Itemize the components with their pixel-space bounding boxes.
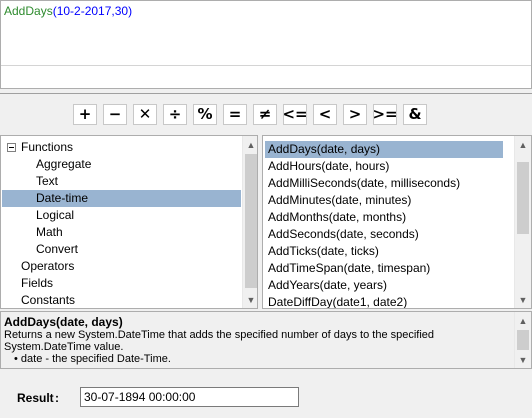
toolbar-separator [0, 93, 532, 94]
tree-item-fields[interactable]: Fields [19, 275, 53, 292]
description-body: Returns a new System.DateTime that adds … [4, 329, 504, 365]
description-param: • date - the specified Date-Time. [14, 353, 171, 365]
expression-editor-dialog: AddDays(10-2-2017,30) + − ✕ ÷% = ≠ <= < > >= & ▲ ▼… [0, 0, 532, 418]
ampersand-button[interactable]: & [403, 104, 427, 125]
tree-item-text[interactable]: Text [34, 173, 58, 190]
minus-icon: − [108, 105, 122, 123]
plus-button[interactable]: + [73, 104, 97, 125]
function-item[interactable]: AddHours(date, hours) [265, 158, 503, 175]
scroll-up-arrow-icon[interactable]: ▲ [243, 136, 257, 153]
expression-text: AddDays(10-2-2017,30) [4, 4, 132, 18]
collapse-icon[interactable] [7, 143, 16, 152]
tree-item-logical[interactable]: Logical [34, 207, 74, 224]
function-item[interactable]: AddSeconds(date, seconds) [265, 226, 503, 243]
editor-divider [1, 65, 531, 66]
not-equals-button[interactable]: ≠ [253, 104, 277, 125]
tree-item-math[interactable]: Math [34, 224, 63, 241]
tree-item-label: Aggregate [36, 157, 92, 171]
scroll-down-arrow-icon[interactable]: ▼ [515, 291, 531, 308]
tree-item-label: Constants [21, 293, 76, 307]
function-item[interactable]: AddDays(date, days) [265, 141, 503, 158]
function-item[interactable]: AddYears(date, years) [265, 277, 503, 294]
tree-item-label: Logical [36, 208, 75, 222]
tree-item-label: Operators [21, 259, 75, 273]
greater-or-equal-button[interactable]: >= [372, 104, 398, 125]
not-equals-icon: ≠ [258, 105, 272, 123]
tree-item-label: Functions [21, 140, 74, 154]
expression-arguments: (10-2-2017,30) [52, 4, 133, 18]
result-label: Result [17, 391, 54, 405]
function-item[interactable]: DateDiffDay(date1, date2) [265, 294, 503, 308]
tree-item-label: Fields [21, 276, 54, 290]
multiply-button[interactable]: ✕ [133, 104, 157, 125]
divide-button[interactable]: ÷ [163, 104, 187, 125]
scroll-down-arrow-icon[interactable]: ▼ [515, 351, 531, 368]
ampersand-icon: & [408, 105, 422, 123]
tree-item-date-time[interactable]: Date-time [2, 190, 241, 207]
scroll-up-arrow-icon[interactable]: ▲ [515, 312, 531, 329]
tree-item-label: Convert [36, 242, 79, 256]
tree-item-label: Date-time [36, 191, 89, 205]
tree-item-convert[interactable]: Convert [34, 241, 78, 258]
function-item[interactable]: AddTicks(date, ticks) [265, 243, 503, 260]
function-item[interactable]: AddMinutes(date, minutes) [265, 192, 503, 209]
operator-toolbar: + − ✕ ÷% = ≠ <= < > >= & [73, 104, 427, 125]
tree-scrollbar[interactable]: ▲ ▼ [242, 136, 257, 308]
result-field[interactable]: 30-07-1894 00:00:00 [80, 387, 299, 407]
greater-than-button[interactable]: > [343, 104, 367, 125]
minus-button[interactable]: − [103, 104, 127, 125]
expression-textarea[interactable]: AddDays(10-2-2017,30) [0, 0, 532, 89]
description-text: Returns a new System.DateTime that adds … [4, 329, 435, 353]
tree-scroll-thumb[interactable] [245, 154, 257, 288]
equals-icon: = [228, 105, 242, 123]
description-scroll-thumb[interactable] [517, 330, 529, 350]
divide-icon: ÷ [168, 105, 182, 123]
function-item[interactable]: AddTimeSpan(date, timespan) [265, 260, 503, 277]
modulo-button[interactable]: % [193, 104, 217, 125]
function-description: AddDays(date, days) Returns a new System… [0, 311, 532, 369]
function-list-scroll-thumb[interactable] [517, 162, 529, 234]
tree-item-label: Text [36, 174, 59, 188]
tree-item-functions[interactable]: Functions [7, 139, 74, 156]
function-list[interactable]: ▲ ▼ AddDays(date, days) AddHours(date, ho… [262, 135, 532, 309]
function-item[interactable]: AddMilliSeconds(date, milliseconds) [265, 175, 503, 192]
less-than-icon: < [318, 105, 332, 123]
scroll-down-arrow-icon[interactable]: ▼ [243, 291, 257, 308]
scroll-up-arrow-icon[interactable]: ▲ [515, 136, 531, 153]
less-or-equal-button[interactable]: <= [282, 104, 308, 125]
greater-than-icon: > [348, 105, 362, 123]
greater-or-equal-icon: >= [372, 105, 398, 123]
category-tree[interactable]: ▲ ▼ Functions Aggregate Text Date-time Logic… [0, 135, 258, 309]
expression-function-name: AddDays [4, 4, 53, 18]
multiply-icon: ✕ [138, 105, 152, 123]
tree-item-aggregate[interactable]: Aggregate [34, 156, 91, 173]
less-or-equal-icon: <= [282, 105, 308, 123]
plus-icon: + [78, 105, 92, 123]
function-list-scrollbar[interactable]: ▲ ▼ [514, 136, 531, 308]
tree-item-operators[interactable]: Operators [19, 258, 74, 275]
tree-item-label: Math [36, 225, 63, 239]
equals-button[interactable]: = [223, 104, 247, 125]
result-colon: : [55, 391, 59, 405]
function-item[interactable]: AddMonths(date, months) [265, 209, 503, 226]
less-than-button[interactable]: < [313, 104, 337, 125]
tree-item-constants[interactable]: Constants [19, 292, 76, 308]
description-scrollbar[interactable]: ▲ ▼ [514, 312, 531, 368]
modulo-icon: % [197, 105, 213, 123]
description-title: AddDays(date, days) [4, 315, 123, 329]
